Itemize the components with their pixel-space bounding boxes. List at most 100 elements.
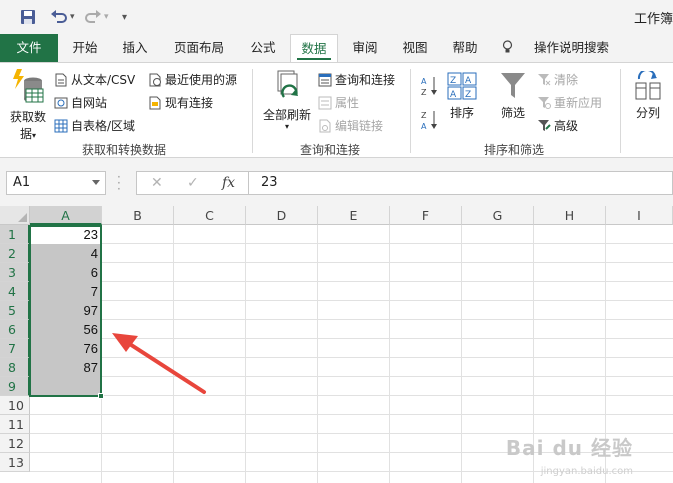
cell-a8[interactable]: 87 (30, 358, 101, 377)
redo-dropdown-icon[interactable]: ▾ (104, 8, 109, 26)
formula-buttons: ✕ ✓ fx (136, 171, 248, 195)
tab-view[interactable]: 视图 (392, 34, 438, 62)
column-gridline (389, 225, 390, 483)
row-header-11[interactable]: 11 (0, 415, 30, 434)
column-header-f[interactable]: F (390, 206, 462, 225)
cell-a3[interactable]: 6 (30, 263, 101, 282)
from-web-label: 自网站 (71, 96, 108, 110)
tab-page-layout[interactable]: 页面布局 (164, 34, 234, 62)
enter-icon[interactable]: ✓ (187, 175, 199, 191)
filter-button[interactable]: 筛选 (497, 71, 529, 121)
filter-label: 筛选 (500, 106, 525, 120)
properties-label: 属性 (335, 96, 360, 110)
chevron-down-icon[interactable] (92, 180, 100, 185)
column-header-g[interactable]: G (462, 206, 534, 225)
name-box[interactable]: A1 (6, 171, 106, 195)
sort-button[interactable]: ZA AZ 排序 (446, 71, 478, 121)
tell-me-label: 操作说明搜索 (533, 40, 609, 55)
connections-icon (149, 96, 161, 110)
sort-descending-icon: Z A (421, 111, 437, 131)
reapply-button[interactable]: 重新应用 (537, 94, 602, 111)
row-header-10[interactable]: 10 (0, 396, 30, 415)
worksheet-grid[interactable]: A B C D E F G H I 1 2 3 4 5 6 7 8 9 10 11 12 13 23 4 6… (0, 206, 673, 483)
undo-dropdown-icon[interactable]: ▾ (70, 8, 75, 26)
cell-a5[interactable]: 97 (30, 301, 101, 320)
watermark-url: jingyan.baidu.com (540, 466, 633, 477)
from-table-button[interactable]: 自表格/区域 (54, 117, 135, 134)
text-to-columns-label: 分列 (635, 106, 660, 120)
cell-a4[interactable]: 7 (30, 282, 101, 301)
queries-connections-button[interactable]: 查询和连接 (318, 71, 395, 88)
group-label-sort-filter: 排序和筛选 (484, 143, 545, 157)
from-web-button[interactable]: 自网站 (54, 94, 107, 111)
row-header-5[interactable]: 5 (0, 301, 30, 320)
formula-bar: A1 · · · ✕ ✓ fx 23 (0, 158, 673, 206)
column-header-d[interactable]: D (246, 206, 318, 225)
row-header-4[interactable]: 4 (0, 282, 30, 301)
column-header-a[interactable]: A (30, 206, 102, 225)
text-to-columns-button[interactable]: 分列 (630, 68, 666, 121)
row-header-8[interactable]: 8 (0, 358, 30, 377)
clear-filter-button[interactable]: 清除 (537, 71, 578, 88)
existing-connections-button[interactable]: 现有连接 (148, 94, 213, 111)
column-header-e[interactable]: E (318, 206, 390, 225)
chevron-down-icon: ▾ (284, 122, 289, 131)
row-header-2[interactable]: 2 (0, 244, 30, 263)
save-icon[interactable] (20, 8, 36, 26)
cell-a2[interactable]: 4 (30, 244, 101, 263)
column-header-h[interactable]: H (534, 206, 606, 225)
tab-formulas[interactable]: 公式 (240, 34, 286, 62)
redo-icon[interactable] (84, 8, 102, 26)
tab-home[interactable]: 开始 (62, 34, 108, 62)
cell-a9[interactable] (30, 377, 101, 396)
from-text-csv-button[interactable]: 从文本/CSV (54, 71, 135, 88)
column-header-i[interactable]: I (606, 206, 673, 225)
undo-icon[interactable] (50, 8, 68, 26)
tab-review[interactable]: 审阅 (342, 34, 388, 62)
tab-insert[interactable]: 插入 (112, 34, 158, 62)
sort-descending-button[interactable]: Z A (420, 109, 440, 134)
customize-qat-icon[interactable]: ▾ (122, 8, 127, 26)
window-title: 工作簿 (633, 12, 673, 27)
group-separator (252, 69, 253, 153)
sort-ascending-icon: A Z (421, 77, 437, 97)
sort-label: 排序 (449, 106, 474, 120)
cancel-icon[interactable]: ✕ (151, 175, 163, 191)
tab-data[interactable]: 数据 (290, 34, 338, 63)
row-header-7[interactable]: 7 (0, 339, 30, 358)
svg-text:Z: Z (465, 90, 471, 100)
row-header-13[interactable]: 13 (0, 453, 30, 472)
select-all-button[interactable] (0, 206, 30, 225)
row-gridline (30, 243, 673, 244)
row-header-12[interactable]: 12 (0, 434, 30, 453)
sort-ascending-button[interactable]: A Z (420, 75, 440, 100)
svg-text:Z: Z (450, 76, 456, 86)
tab-file[interactable]: 文件 (0, 34, 58, 62)
advanced-filter-button[interactable]: 高级 (537, 117, 578, 134)
cell-a6[interactable]: 56 (30, 320, 101, 339)
properties-button[interactable]: 属性 (318, 94, 359, 111)
row-header-6[interactable]: 6 (0, 320, 30, 339)
get-data-button[interactable]: 获取数 据▾ (8, 69, 48, 142)
cell-a1[interactable]: 23 (30, 225, 101, 244)
cell-a7[interactable]: 76 (30, 339, 101, 358)
refresh-icon (277, 70, 298, 98)
column-header-c[interactable]: C (174, 206, 246, 225)
tell-me-search[interactable]: 操作说明搜索 (502, 34, 614, 62)
svg-text:A: A (465, 76, 472, 86)
resize-handle-icon[interactable]: · · · (117, 171, 121, 195)
refresh-all-button[interactable]: 全部刷新 ▾ (260, 69, 314, 131)
tab-help[interactable]: 帮助 (442, 34, 488, 62)
recent-sources-label: 最近使用的源 (165, 73, 238, 87)
text-file-icon (55, 73, 67, 87)
insert-function-icon[interactable]: fx (222, 175, 235, 191)
row-header-1[interactable]: 1 (0, 225, 30, 244)
formula-input[interactable]: 23 (248, 171, 673, 195)
recent-sources-button[interactable]: 最近使用的源 (148, 71, 237, 88)
row-header-3[interactable]: 3 (0, 263, 30, 282)
edit-links-button[interactable]: 编辑链接 (318, 117, 383, 134)
row-gridline (30, 414, 673, 415)
edit-links-icon (319, 119, 331, 133)
row-header-9[interactable]: 9 (0, 377, 30, 396)
column-header-b[interactable]: B (102, 206, 174, 225)
